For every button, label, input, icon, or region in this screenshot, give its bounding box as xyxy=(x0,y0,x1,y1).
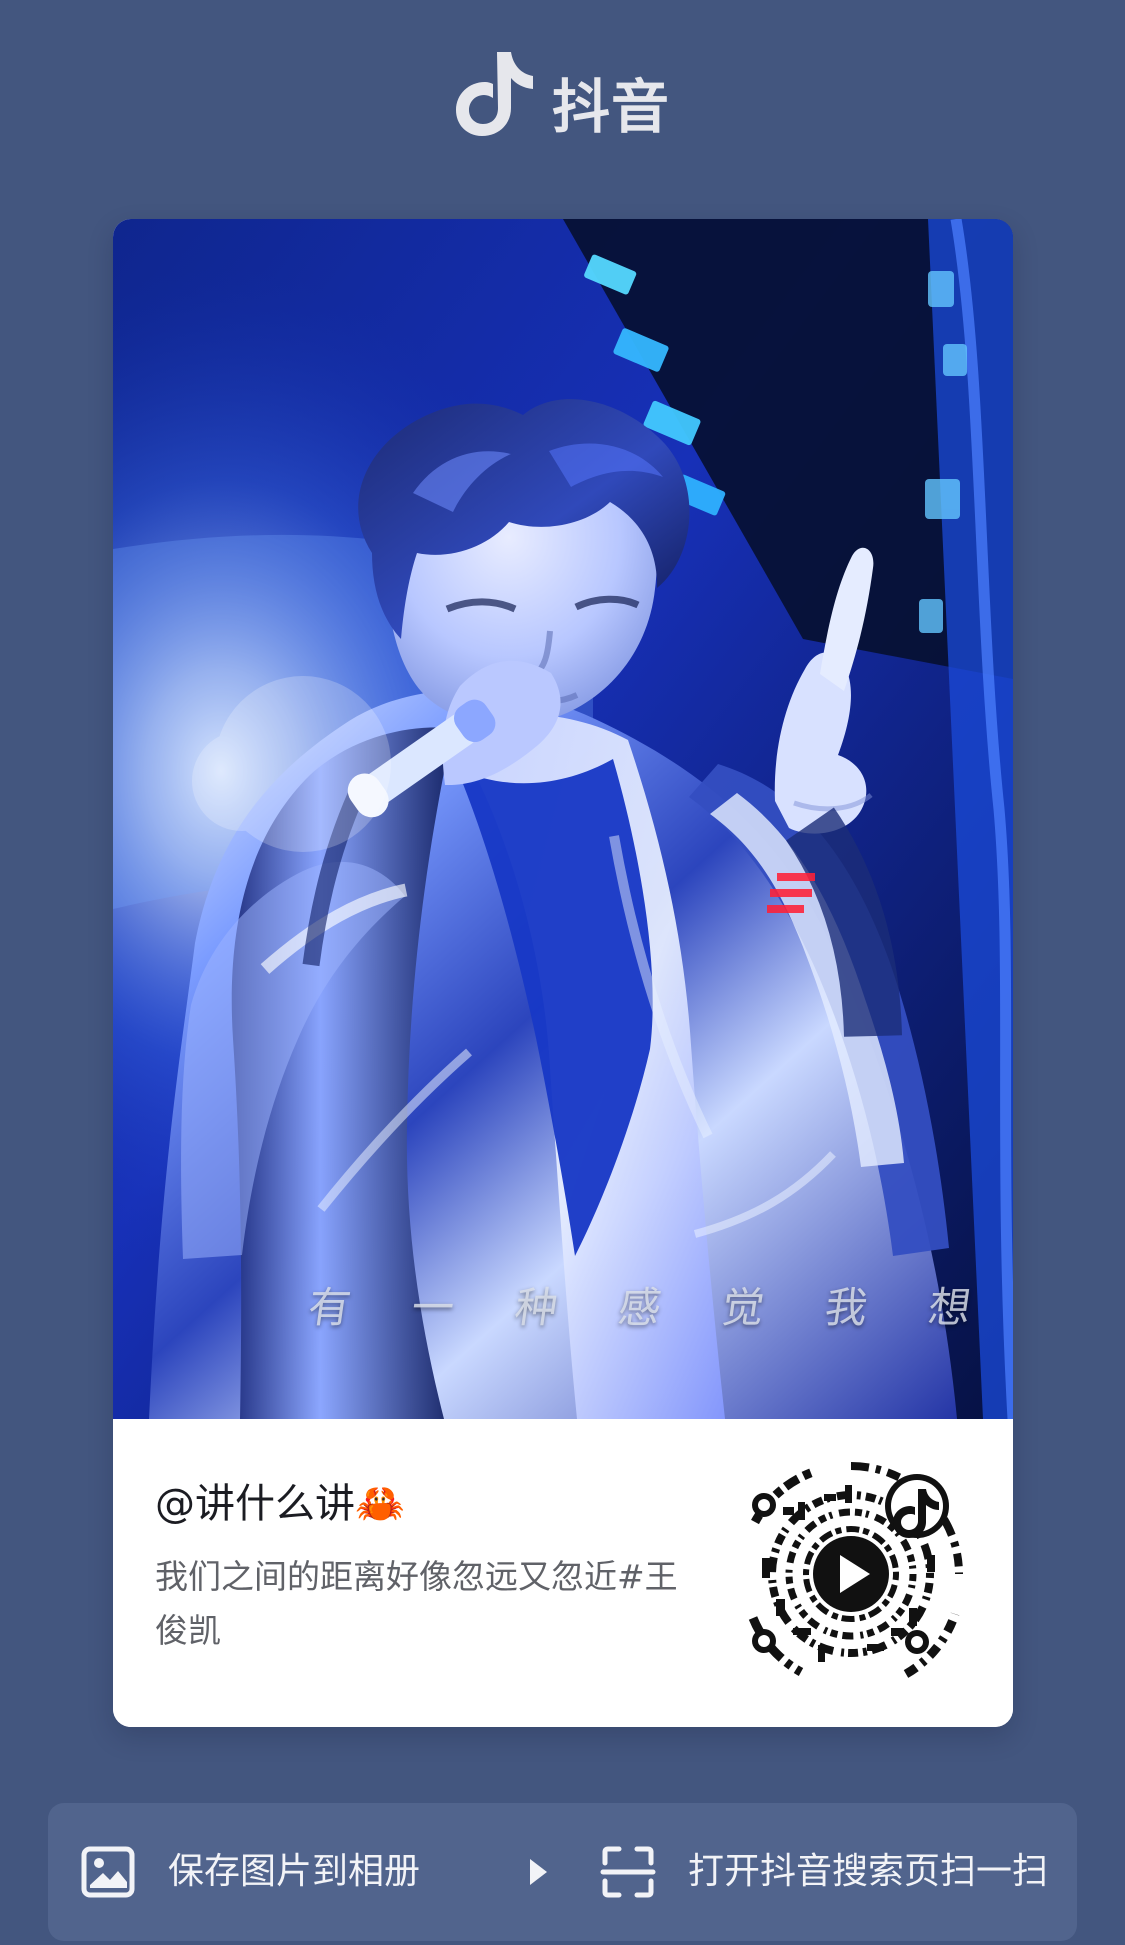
video-subtitle-overlay: 有 一 种 感 觉 我 想 xyxy=(305,1283,999,1332)
scan-label: 打开抖音搜索页扫一扫 xyxy=(688,1851,1049,1892)
image-icon xyxy=(81,1846,135,1898)
post-info: @讲什么讲🦀 我们之间的距离好像忽远又忽近#王俊凯 xyxy=(113,1419,1013,1727)
video-cover: 有 一 种 感 觉 我 想 xyxy=(113,219,1013,1419)
header: 抖音 xyxy=(0,0,1125,190)
scan-icon xyxy=(600,1846,656,1898)
post-caption: 我们之间的距离好像忽远又忽近#王俊凯 xyxy=(155,1557,678,1650)
app-name: 抖音 xyxy=(552,73,671,141)
open-scan-button[interactable]: 打开抖音搜索页扫一扫 xyxy=(599,1803,1069,1941)
performer-image xyxy=(113,219,1013,1419)
tiktok-note-icon xyxy=(456,52,533,136)
play-arrow-icon xyxy=(530,1859,547,1885)
video-share-card: 有 一 种 感 觉 我 想 @讲什么讲🦀 我们之间的距离好像忽远又忽近#王俊凯 xyxy=(113,219,1013,1727)
share-page: 抖音 有 一 种 感 觉 我 想 @讲什么讲🦀 我们之间的距离好像忽远又忽近#王… xyxy=(0,0,1125,1945)
douyin-qr-code xyxy=(743,1462,963,1682)
save-image-label: 保存图片到相册 xyxy=(168,1851,421,1892)
save-image-button[interactable]: 保存图片到相册 xyxy=(79,1803,599,1941)
username: @讲什么讲🦀 xyxy=(155,1481,405,1527)
bottom-action-bar: 保存图片到相册 打开抖音搜索页扫一扫 xyxy=(48,1803,1077,1941)
